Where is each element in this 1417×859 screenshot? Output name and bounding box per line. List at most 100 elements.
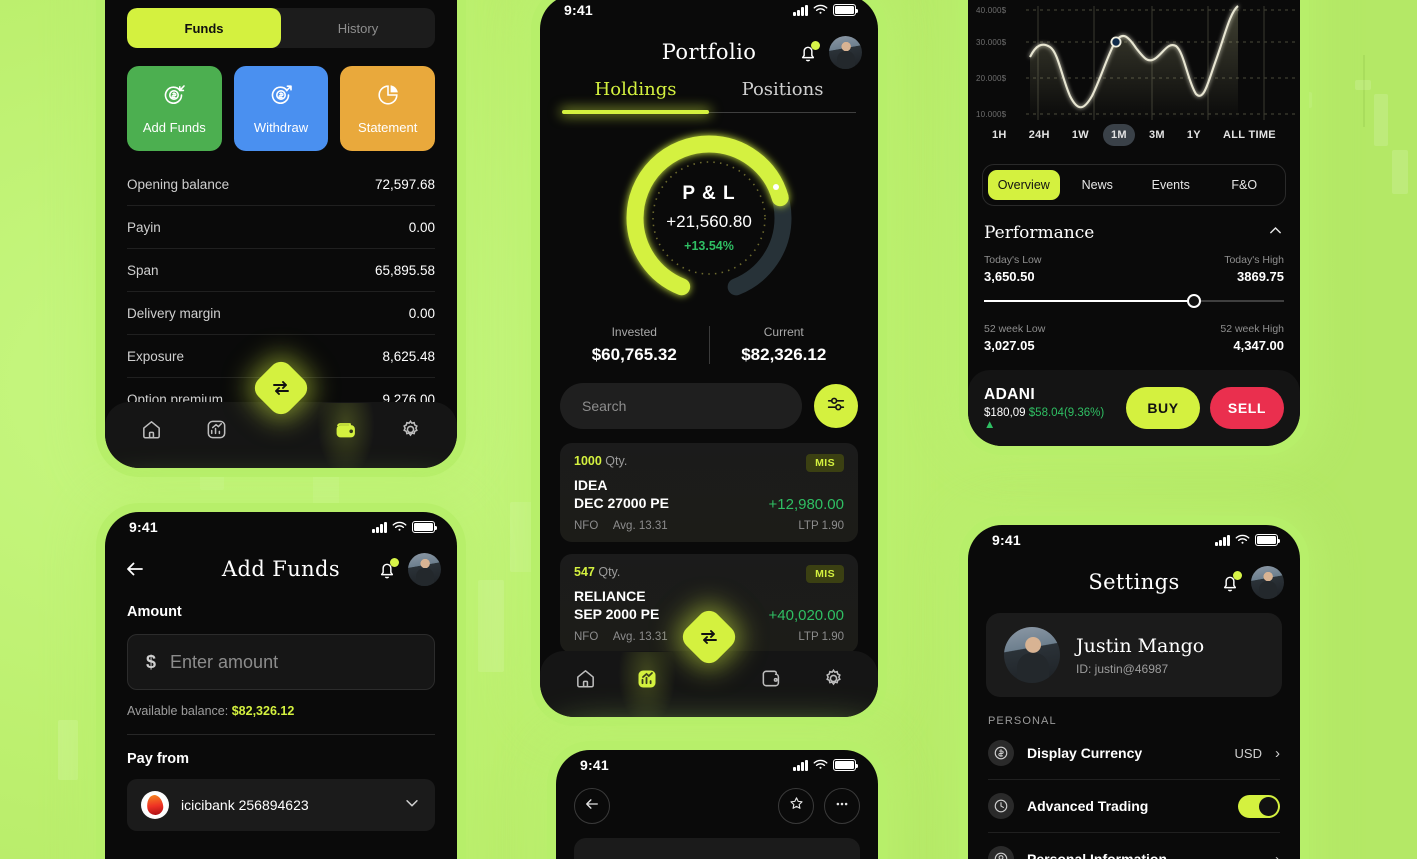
filter-button[interactable] xyxy=(814,384,858,428)
nav-markets[interactable] xyxy=(197,413,235,451)
swap-icon xyxy=(271,378,291,398)
range-24h[interactable]: 24H xyxy=(1021,124,1058,146)
tab-holdings[interactable]: Holdings xyxy=(562,79,709,112)
funds-segmented-control[interactable]: Funds History xyxy=(127,8,435,48)
time-range-selector: 1H 24H 1W 1M 3M 1Y ALL TIME xyxy=(968,120,1300,146)
range-all-time[interactable]: ALL TIME xyxy=(1215,124,1284,146)
statement-tile[interactable]: Statement xyxy=(340,66,436,151)
home-icon xyxy=(140,418,163,446)
more-horizontal-icon xyxy=(833,795,851,818)
cellular-signal-icon xyxy=(1215,534,1230,546)
phone-stock-detail-screen: 40.000$ 30.000$ 20.000$ 10.000$ 1H 24H 1… xyxy=(968,0,1300,446)
row-label: Delivery margin xyxy=(127,306,221,321)
arrow-left-icon[interactable] xyxy=(123,557,147,581)
avatar[interactable] xyxy=(408,553,441,586)
tab-news[interactable]: News xyxy=(1062,170,1134,200)
tab-events[interactable]: Events xyxy=(1135,170,1207,200)
row-label: Exposure xyxy=(127,349,185,364)
status-bar: 9:41 xyxy=(105,512,457,542)
favorite-button[interactable] xyxy=(778,788,814,824)
nav-wallet[interactable] xyxy=(752,662,790,700)
chevron-down-icon[interactable] xyxy=(403,794,421,817)
bg-candle xyxy=(478,580,504,672)
range-1w[interactable]: 1W xyxy=(1064,124,1097,146)
todays-range-slider[interactable] xyxy=(984,293,1284,309)
add-funds-tile[interactable]: Add Funds xyxy=(127,66,222,151)
week52-low-label: 52 week Low xyxy=(984,323,1046,335)
notification-bell-icon[interactable] xyxy=(376,557,399,581)
phone-add-funds-screen: 9:41 Add Funds Amount $ Enter amount Ava… xyxy=(105,512,457,859)
available-balance-label: Available balance: xyxy=(127,704,232,718)
notification-bell-icon[interactable] xyxy=(1219,570,1242,594)
week52-low-value: 3,027.05 xyxy=(984,338,1035,353)
nav-settings[interactable] xyxy=(814,662,852,700)
bg-candle xyxy=(1392,150,1408,194)
nav-markets-active[interactable] xyxy=(618,652,676,717)
setting-display-currency[interactable]: Display Currency USD › xyxy=(988,727,1280,780)
holding-top-row: 547 Qty. MIS xyxy=(574,564,844,583)
amount-input[interactable] xyxy=(170,651,416,673)
sliders-icon xyxy=(825,393,847,420)
settings-header: Settings xyxy=(968,555,1300,605)
segment-funds[interactable]: Funds xyxy=(127,8,281,48)
setting-personal-information[interactable]: Personal Information › xyxy=(988,833,1280,859)
chevron-right-icon[interactable]: › xyxy=(1275,851,1280,859)
range-1h[interactable]: 1H xyxy=(984,124,1015,146)
holding-symbol: RELIANCE xyxy=(574,587,646,604)
table-row: Delivery margin 0.00 xyxy=(127,292,435,335)
buy-button[interactable]: BUY xyxy=(1126,387,1200,429)
amount-field[interactable]: $ xyxy=(127,634,435,690)
range-1y[interactable]: 1Y xyxy=(1179,124,1209,146)
stat-current: Current $82,326.12 xyxy=(710,325,859,365)
battery-icon xyxy=(833,759,859,771)
avatar[interactable] xyxy=(1251,566,1284,599)
nav-wallet-active[interactable] xyxy=(316,403,375,468)
notification-dot xyxy=(390,557,399,567)
nav-settings[interactable] xyxy=(392,413,430,451)
nav-home[interactable] xyxy=(132,413,170,451)
nav-wallet[interactable] xyxy=(262,413,300,451)
user-circle-icon xyxy=(988,846,1014,859)
wifi-icon xyxy=(813,2,828,18)
withdraw-tile-label: Withdraw xyxy=(253,120,309,135)
back-button[interactable] xyxy=(574,788,610,824)
more-button[interactable] xyxy=(824,788,860,824)
tab-overview[interactable]: Overview xyxy=(988,170,1060,200)
slider-knob[interactable] xyxy=(1187,294,1201,308)
advanced-trading-toggle[interactable] xyxy=(1238,794,1280,818)
row-value: 8,625.48 xyxy=(382,349,435,364)
ticker-price-row: $180,09 $58.04(9.36%) ▲ xyxy=(984,407,1116,431)
list-item[interactable]: 1000 Qty. MIS IDEA DEC 27000 PE +12,980.… xyxy=(560,443,858,542)
profile-card[interactable]: Justin Mango ID: justin@46987 xyxy=(986,613,1282,697)
sell-button[interactable]: SELL xyxy=(1210,387,1284,429)
segment-history[interactable]: History xyxy=(281,8,435,48)
nav-home[interactable] xyxy=(566,662,604,700)
stock-screen-content: 40.000$ 30.000$ 20.000$ 10.000$ 1H 24H 1… xyxy=(968,0,1300,446)
chevron-right-icon[interactable]: › xyxy=(1275,745,1280,762)
wifi-icon xyxy=(392,519,407,535)
tab-fno[interactable]: F&O xyxy=(1209,170,1281,200)
chart-area-fill xyxy=(1030,6,1238,120)
stat-value: $60,765.32 xyxy=(591,345,677,364)
holding-meta: NFO Avg. 13.31 xyxy=(574,631,680,643)
search-input[interactable]: Search xyxy=(560,383,802,429)
range-1m[interactable]: 1M xyxy=(1103,124,1135,146)
bank-select[interactable]: icicibank 256894623 xyxy=(127,779,435,831)
notification-bell-icon[interactable] xyxy=(797,40,820,64)
status-badge: MIS xyxy=(806,454,844,472)
setting-advanced-trading[interactable]: Advanced Trading xyxy=(988,780,1280,833)
range-3m[interactable]: 3M xyxy=(1141,124,1173,146)
withdraw-tile[interactable]: Withdraw xyxy=(233,66,329,151)
ticker-symbol: ADANI xyxy=(984,385,1036,403)
pnl-amount: +21,560.80 xyxy=(666,212,752,231)
notification-dot xyxy=(811,40,820,50)
portfolio-header: Portfolio xyxy=(540,25,878,75)
chevron-up-icon[interactable] xyxy=(1267,222,1284,244)
y-axis-tick: 30.000$ xyxy=(976,38,1007,47)
avatar[interactable] xyxy=(829,36,862,69)
tab-positions[interactable]: Positions xyxy=(709,79,856,112)
wallet-icon xyxy=(760,667,783,695)
performance-header[interactable]: Performance xyxy=(968,206,1300,244)
bg-candle xyxy=(1298,92,1312,108)
y-axis-tick: 40.000$ xyxy=(976,6,1007,15)
